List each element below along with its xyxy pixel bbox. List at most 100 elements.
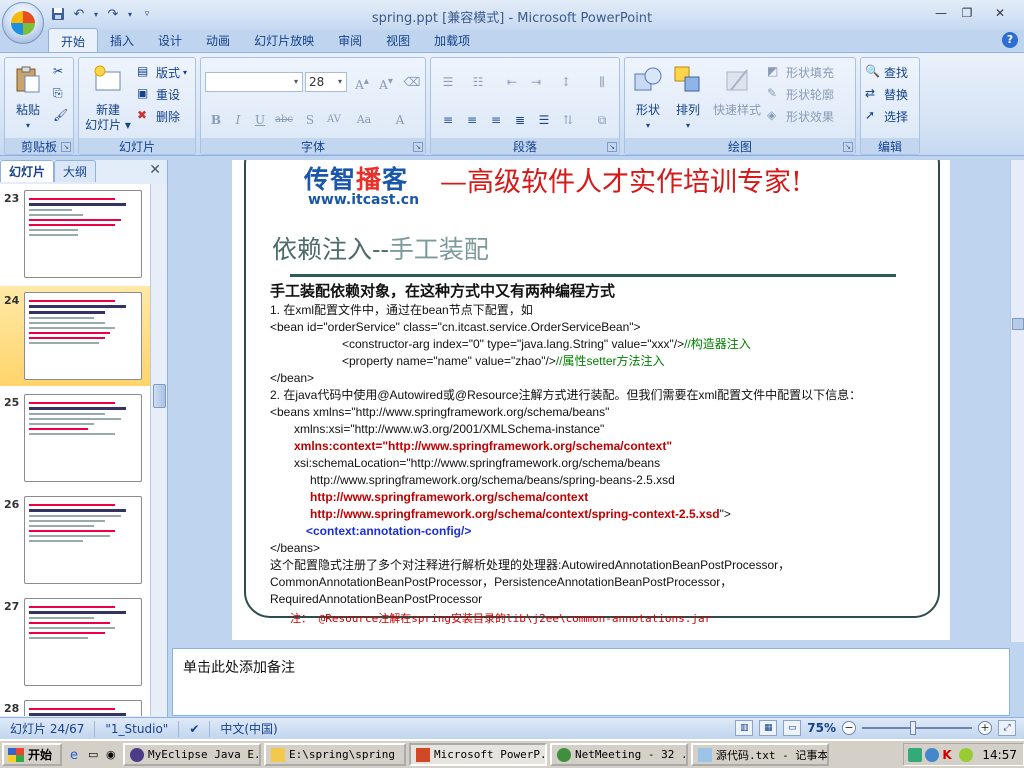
slideshow-view-icon[interactable]: ▭ (783, 720, 802, 736)
tab-design[interactable]: 设计 (146, 28, 194, 52)
tab-slideshow[interactable]: 幻灯片放映 (242, 28, 326, 52)
save-icon[interactable] (50, 6, 66, 22)
justify-icon[interactable]: ≣ (509, 110, 531, 130)
slide-title[interactable]: 依赖注入--手工装配 (272, 230, 489, 266)
text-direction-icon[interactable]: ⇅ (557, 110, 579, 130)
shapes-button[interactable]: 形状 ▾ (631, 64, 665, 133)
customize-qat-icon[interactable]: ▿ (139, 6, 155, 22)
undo-icon[interactable]: ↶ (71, 6, 87, 22)
task-myeclipse[interactable]: MyEclipse Java E... (123, 743, 262, 766)
scroll-thumb[interactable] (1012, 318, 1024, 330)
tab-addins[interactable]: 加载项 (422, 28, 482, 52)
close-icon[interactable]: ✕ (149, 162, 161, 178)
antivirus-icon[interactable]: K (942, 748, 956, 762)
security-icon[interactable] (959, 747, 974, 762)
zoom-slider-knob[interactable] (910, 721, 916, 735)
drawing-launcher-icon[interactable]: ↘ (843, 142, 853, 152)
distribute-icon[interactable]: ☰ (533, 110, 555, 130)
task-netmeeting[interactable]: NetMeeting - 32 ... (550, 743, 689, 766)
align-right-icon[interactable]: ≡ (485, 110, 507, 130)
new-slide-button[interactable]: 新建 幻灯片 ▾ (83, 64, 133, 133)
clipboard-launcher-icon[interactable]: ↘ (61, 142, 71, 152)
shape-outline-button[interactable]: ✎ 形状轮廓 (767, 84, 834, 104)
language[interactable]: 中文(中国) (210, 721, 287, 737)
undo-dropdown-icon[interactable]: ▾ (92, 6, 100, 22)
tab-outline[interactable]: 大纲 (54, 160, 97, 182)
office-button[interactable] (2, 2, 44, 44)
media-icon[interactable]: ◉ (106, 748, 120, 762)
bullets-icon[interactable]: ☰ (437, 72, 459, 92)
char-spacing-icon[interactable]: AV (323, 110, 345, 130)
columns-icon[interactable]: ⫼ (591, 72, 613, 92)
normal-view-icon[interactable]: ▥ (735, 720, 754, 736)
scroll-thumb[interactable] (153, 384, 166, 408)
format-painter-button[interactable]: 🖌 (53, 106, 69, 126)
change-case-icon[interactable]: Aa (353, 110, 375, 130)
replace-button[interactable]: ⇄ 替换 (865, 84, 908, 104)
thumbnail-scrollbar[interactable] (150, 184, 167, 716)
paste-button[interactable]: 粘贴 ▾ (11, 64, 45, 133)
slide-canvas[interactable]: 传智播客 www.itcast.cn —高级软件人才实作培训专家! 依赖注入--… (232, 160, 950, 640)
redo-dropdown-icon[interactable]: ▾ (126, 6, 134, 22)
slide-thumbnail-27[interactable]: 27 (0, 592, 150, 692)
ie-icon[interactable]: e (70, 748, 84, 763)
help-icon[interactable]: ? (1002, 32, 1018, 48)
spellcheck-icon[interactable]: ✔ (179, 720, 211, 737)
layout-button[interactable]: ▤ 版式 ▾ (137, 62, 187, 82)
find-button[interactable]: 🔍 查找 (865, 62, 908, 82)
arrange-button[interactable]: 排列 ▾ (671, 64, 705, 133)
fit-to-window-icon[interactable]: ⤢ (998, 720, 1016, 736)
slide-thumbnail-23[interactable]: 23 (0, 184, 150, 284)
slide-body-textbox[interactable]: 手工装配依赖对象，在这种方式中又有两种编程方式 1. 在xml配置文件中，通过在… (270, 280, 930, 627)
task-powerpoint[interactable]: Microsoft PowerP... (409, 743, 548, 766)
slide-thumbnail-26[interactable]: 26 (0, 490, 150, 590)
slide-sorter-view-icon[interactable]: ▦ (759, 720, 778, 736)
delete-slide-button[interactable]: ✖ 删除 (137, 106, 180, 126)
bold-icon[interactable]: B (205, 110, 227, 130)
align-left-icon[interactable]: ≡ (437, 110, 459, 130)
numbering-icon[interactable]: ☷ (467, 72, 489, 92)
start-button[interactable]: 开始 (2, 743, 63, 766)
paragraph-launcher-icon[interactable]: ↘ (607, 142, 617, 152)
network-icon[interactable] (908, 747, 923, 762)
desktop-icon[interactable]: ▭ (88, 748, 102, 762)
shadow-icon[interactable]: S (299, 110, 321, 130)
globe-icon[interactable] (925, 747, 940, 762)
tab-insert[interactable]: 插入 (98, 28, 146, 52)
quick-styles-button[interactable]: 快速样式 (709, 64, 765, 118)
zoom-in-icon[interactable]: + (978, 721, 992, 735)
slide-thumbnail-25[interactable]: 25 (0, 388, 150, 488)
slide-scrollbar[interactable] (1010, 160, 1024, 642)
tab-review[interactable]: 审阅 (326, 28, 374, 52)
redo-icon[interactable]: ↷ (105, 6, 121, 22)
font-launcher-icon[interactable]: ↘ (413, 142, 423, 152)
zoom-level[interactable]: 75% (807, 721, 836, 735)
zoom-out-icon[interactable]: − (842, 721, 856, 735)
font-color-icon[interactable]: A (389, 110, 411, 130)
cut-button[interactable]: ✂ (53, 62, 69, 82)
zoom-slider[interactable] (862, 721, 972, 735)
underline-icon[interactable]: U (249, 110, 271, 130)
slide-thumbnail-28[interactable]: 28 (0, 694, 150, 716)
line-spacing-icon[interactable]: ↕ (555, 72, 577, 92)
tab-view[interactable]: 视图 (374, 28, 422, 52)
minimize-button[interactable]: — (928, 3, 954, 23)
shape-effects-button[interactable]: ◈ 形状效果 (767, 106, 834, 126)
notes-pane[interactable]: 单击此处添加备注 (172, 648, 1010, 716)
tab-slides[interactable]: 幻灯片 (0, 160, 55, 182)
slide-thumbnail-24[interactable]: 24 (0, 286, 150, 386)
select-button[interactable]: ➚ 选择 (865, 106, 908, 126)
reset-button[interactable]: ▣ 重设 (137, 84, 180, 104)
italic-icon[interactable]: I (227, 110, 249, 130)
shrink-font-icon[interactable]: A▾ (375, 72, 397, 92)
smartart-icon[interactable]: ⧉ (591, 110, 613, 130)
grow-font-icon[interactable]: A▴ (351, 72, 373, 92)
close-button[interactable]: ✕ (980, 3, 1020, 23)
copy-button[interactable]: ⎘ (53, 84, 69, 104)
task-explorer[interactable]: E:\spring\spring (264, 743, 407, 766)
font-size-combo[interactable]: 28 ▾ (305, 72, 347, 92)
decrease-indent-icon[interactable]: ⇤ (501, 72, 523, 92)
clear-format-icon[interactable]: ⌫ (401, 72, 423, 92)
font-name-combo[interactable]: ▾ (205, 72, 303, 92)
increase-indent-icon[interactable]: ⇥ (525, 72, 547, 92)
